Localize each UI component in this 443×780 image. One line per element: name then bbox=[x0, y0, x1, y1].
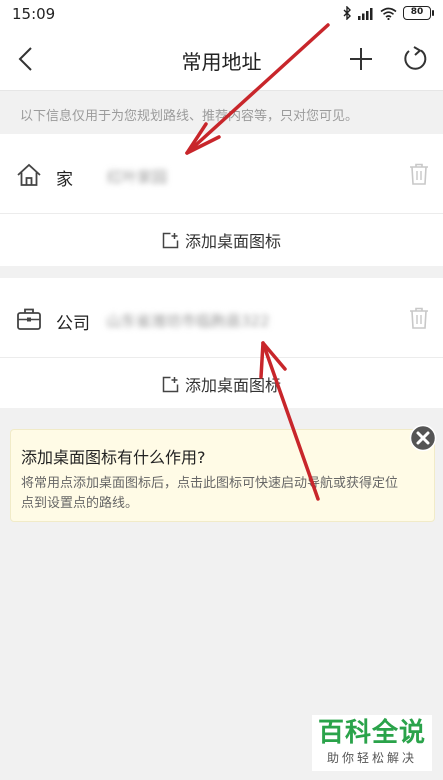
watermark-sub-text: 助你轻松解决 bbox=[326, 751, 417, 765]
close-icon[interactable] bbox=[409, 424, 437, 452]
page-title: 常用地址 bbox=[181, 50, 262, 74]
place-label-home: 家 bbox=[56, 170, 73, 190]
add-shortcut-icon bbox=[162, 232, 179, 248]
status-time: 15:09 bbox=[12, 5, 56, 23]
privacy-notice-text: 以下信息仅用于为您规划路线、推荐内容等，只对您可见。 bbox=[20, 109, 359, 124]
battery-icon: 80 bbox=[403, 6, 434, 20]
add-desktop-icon-button[interactable]: 添加桌面图标 bbox=[0, 214, 443, 266]
refresh-icon[interactable] bbox=[401, 44, 429, 74]
home-icon bbox=[17, 163, 41, 186]
trash-icon[interactable] bbox=[409, 163, 429, 185]
add-icon[interactable] bbox=[346, 44, 376, 74]
status-icons: 80 bbox=[343, 6, 434, 20]
navbar: 常用地址 bbox=[0, 28, 443, 90]
place-row-company[interactable]: 公司 山东省潍坊市临朐县322 bbox=[0, 278, 443, 358]
add-desktop-icon-label: 添加桌面图标 bbox=[184, 232, 281, 251]
place-row-home[interactable]: 家 红叶家园 bbox=[0, 134, 443, 214]
add-desktop-icon-label: 添加桌面图标 bbox=[184, 376, 281, 395]
trash-icon[interactable] bbox=[409, 307, 429, 329]
place-card-home: 家 红叶家园 添加桌面图标 bbox=[0, 134, 443, 266]
place-label-company: 公司 bbox=[56, 314, 90, 334]
tip-title: 添加桌面图标有什么作用? bbox=[21, 448, 206, 467]
tip-body: 将常用点添加桌面图标后，点击此图标可快速启动导航或获得定位点到设置点的路线。 bbox=[21, 476, 399, 511]
watermark-logo: 百科全说 助你轻松解决 bbox=[312, 715, 432, 771]
add-desktop-icon-button[interactable]: 添加桌面图标 bbox=[0, 358, 443, 410]
place-address-home: 红叶家园 bbox=[107, 168, 168, 186]
status-bar: 15:09 80 bbox=[0, 0, 443, 28]
tip-box: 添加桌面图标有什么作用? 将常用点添加桌面图标后，点击此图标可快速启动导航或获得… bbox=[10, 429, 435, 522]
place-address-company: 山东省潍坊市临朐县322 bbox=[106, 312, 270, 330]
briefcase-icon bbox=[17, 308, 41, 330]
watermark-main-text: 百科全说 bbox=[317, 718, 426, 748]
place-card-company: 公司 山东省潍坊市临朐县322 添加桌面图标 bbox=[0, 278, 443, 408]
privacy-notice: 以下信息仅用于为您规划路线、推荐内容等，只对您可见。 bbox=[0, 90, 443, 134]
wifi-icon bbox=[380, 7, 397, 20]
bluetooth-icon bbox=[343, 6, 351, 20]
add-shortcut-icon bbox=[162, 376, 179, 392]
signal-icon bbox=[358, 7, 373, 20]
